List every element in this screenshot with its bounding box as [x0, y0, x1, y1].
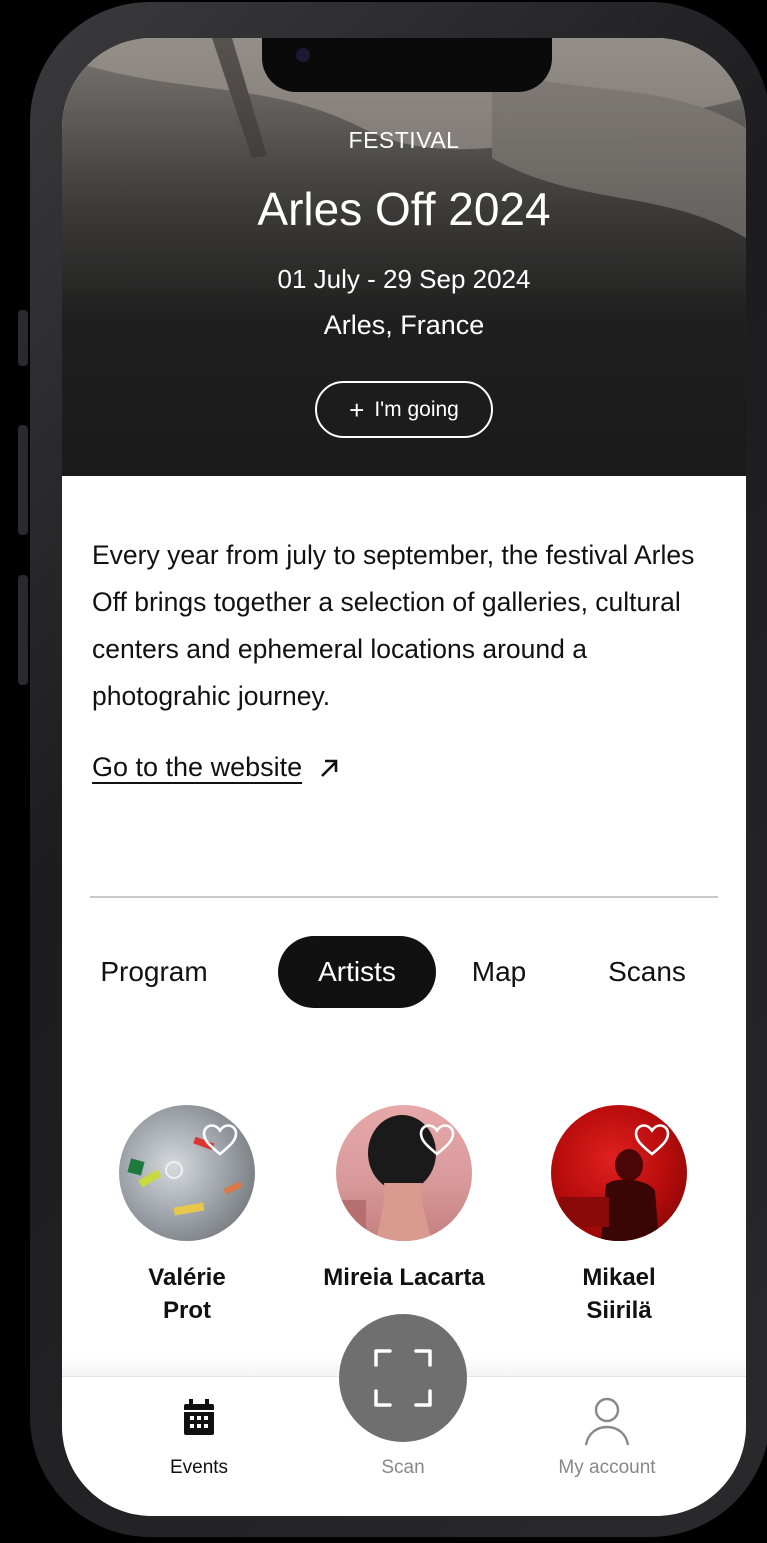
tab-artists[interactable]: Artists	[278, 936, 436, 1008]
nav-item-events[interactable]: Events	[119, 1377, 279, 1516]
plus-icon: +	[349, 394, 365, 425]
volume-up-button	[18, 425, 28, 535]
nav-label-events: Events	[169, 1457, 229, 1478]
event-type-label: FESTIVAL	[348, 127, 460, 153]
artist-name: Mireia Lacarta	[323, 1264, 485, 1291]
event-dates: 01 July - 29 Sep 2024	[277, 264, 531, 294]
artist-avatar	[336, 1105, 472, 1241]
tab-program[interactable]: Program	[92, 936, 216, 1008]
nav-label-my-account: My account	[558, 1457, 656, 1478]
arrow-up-right-icon	[321, 759, 338, 777]
artist-avatar	[119, 1105, 255, 1241]
section-divider	[90, 896, 718, 898]
artist-card[interactable]: Valérie Prot	[87, 1105, 287, 1327]
heart-icon[interactable]	[418, 1123, 456, 1157]
tab-map[interactable]: Map	[464, 936, 534, 1008]
artist-name: Valérie Prot	[148, 1264, 226, 1324]
event-tabs: Program Artists Map Scans	[92, 936, 722, 1008]
heart-icon[interactable]	[633, 1123, 671, 1157]
tab-scans[interactable]: Scans	[592, 936, 702, 1008]
front-camera	[296, 48, 310, 62]
calendar-icon	[184, 1399, 214, 1435]
scan-frame-icon	[374, 1349, 432, 1407]
im-going-label: I'm going	[374, 397, 459, 421]
event-description: Every year from july to september, the f…	[92, 540, 695, 711]
event-location: Arles, France	[323, 310, 485, 340]
nav-label-scan: Scan	[381, 1457, 425, 1478]
notch	[262, 38, 552, 92]
website-link-label: Go to the website	[92, 752, 303, 782]
artist-card[interactable]: Mikael Siirilä	[519, 1105, 719, 1327]
event-hero: FESTIVAL Arles Off 2024 01 July - 29 Sep…	[62, 38, 746, 476]
nav-item-my-account[interactable]: My account	[527, 1377, 687, 1516]
website-link[interactable]: Go to the website	[92, 752, 340, 783]
scan-button[interactable]	[339, 1314, 467, 1442]
heart-icon[interactable]	[201, 1123, 239, 1157]
artist-card[interactable]: Mireia Lacarta	[304, 1105, 504, 1294]
app-screen: FESTIVAL Arles Off 2024 01 July - 29 Sep…	[62, 38, 746, 1516]
mute-switch	[18, 310, 28, 366]
artist-avatar	[551, 1105, 687, 1241]
user-icon	[584, 1397, 630, 1446]
event-title: Arles Off 2024	[257, 183, 551, 235]
artist-name: Mikael Siirilä	[582, 1264, 656, 1324]
im-going-button[interactable]: + I'm going	[315, 381, 493, 438]
volume-down-button	[18, 575, 28, 685]
